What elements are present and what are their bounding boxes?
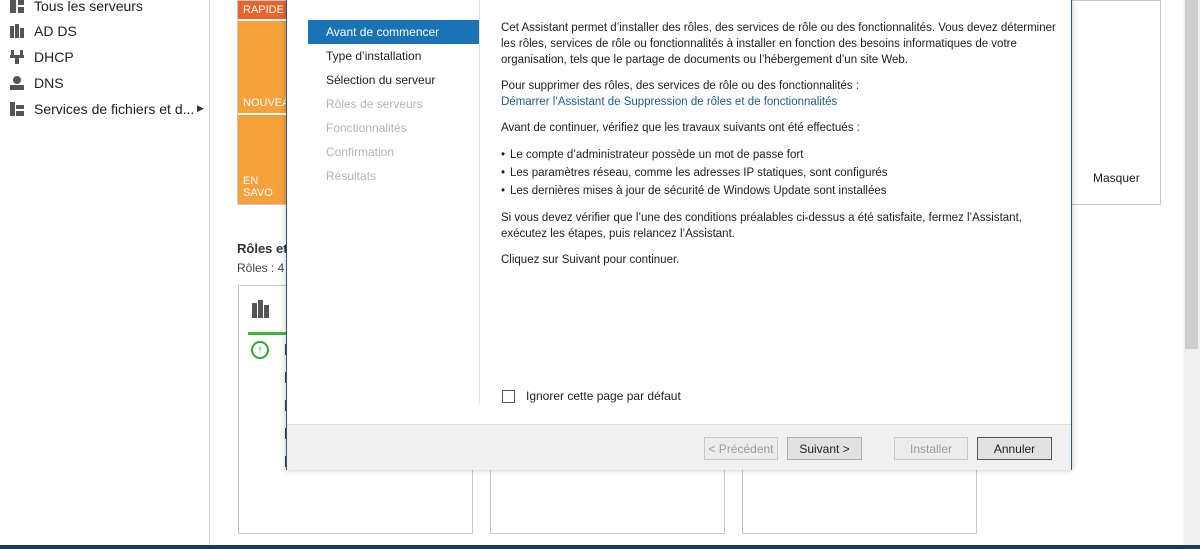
add-roles-wizard-dialog: Avant de commencer Type d’installation S… (286, 0, 1072, 470)
up-arrow-status-icon: ↑ (251, 341, 269, 359)
roles-count: Rôles : 4 (237, 261, 285, 275)
nav-item-label: Tous les serveurs (34, 0, 143, 14)
tile-segment-nouveau[interactable]: NOUVEA (238, 21, 286, 113)
nav-item-label: AD DS (34, 23, 77, 39)
dns-icon (8, 75, 26, 91)
wizard-step-installation-type[interactable]: Type d’installation (308, 44, 479, 68)
remove-text: Pour supprimer des rôles, des services d… (501, 80, 859, 92)
taskbar-edge (0, 545, 1200, 549)
wizard-footer: < Précédent Suivant > Installer Annuler (287, 424, 1071, 470)
nav-item-dhcp[interactable]: DHCP (8, 47, 74, 67)
wizard-step-server-selection[interactable]: Sélection du serveur (308, 68, 479, 92)
wizard-step-results: Résultats (326, 169, 377, 183)
dhcp-icon (8, 49, 26, 65)
verify-text: Si vous devez vérifier que l’une des con… (501, 212, 1022, 240)
ad-ds-icon (8, 23, 26, 39)
file-services-icon (8, 101, 26, 117)
steps-divider (479, 0, 480, 404)
welcome-panel-right: Masquer (1071, 0, 1161, 205)
skip-page-checkbox[interactable] (502, 389, 515, 403)
list-item: Les dernières mises à jour de sécurité d… (501, 182, 1061, 200)
next-button[interactable]: Suivant > (787, 437, 862, 460)
remove-roles-wizard-link[interactable]: Démarrer l’Assistant de Suppression de r… (501, 94, 1061, 110)
nav-item-label: DHCP (34, 49, 74, 65)
expand-arrow-icon[interactable]: ▶ (197, 103, 204, 114)
intro-text: Cet Assistant permet d’installer des rôl… (501, 22, 1056, 66)
nav-item-ad-ds[interactable]: AD DS (8, 21, 77, 41)
prerequisites-list: Le compte d’administrateur possède un mo… (501, 146, 1061, 200)
status-bar (248, 332, 288, 335)
click-next-text: Cliquez sur Suivant pour continuer. (501, 254, 680, 266)
scrollbar-thumb[interactable] (1185, 0, 1198, 349)
quick-start-tile: RAPIDE NOUVEA EN SAVO (237, 0, 287, 205)
roles-section-title: Rôles et (237, 241, 287, 256)
skip-page-label: Ignorer cette page par défaut (526, 389, 681, 403)
wizard-step-server-roles: Rôles de serveurs (326, 97, 423, 111)
ad-ds-icon (251, 300, 271, 321)
hide-link[interactable]: Masquer (1093, 171, 1140, 185)
vertical-scrollbar[interactable] (1183, 0, 1200, 549)
nav-item-label: Services de fichiers et d... (34, 101, 195, 117)
nav-item-dns[interactable]: DNS (8, 73, 64, 93)
tile-segment-rapide[interactable]: RAPIDE (238, 1, 286, 19)
before-continue-text: Avant de continuer, vérifiez que les tra… (501, 122, 860, 134)
list-item: Les paramètres réseau, comme les adresse… (501, 164, 1061, 182)
skip-page-option[interactable]: Ignorer cette page par défaut (502, 389, 681, 403)
wizard-steps-panel: Avant de commencer Type d’installation S… (287, 0, 482, 404)
tile-segment-en-savoir[interactable]: EN SAVO (238, 115, 286, 204)
install-button[interactable]: Installer (894, 437, 968, 460)
servers-icon (8, 0, 26, 14)
cancel-button[interactable]: Annuler (977, 437, 1052, 460)
wizard-step-features: Fonctionnalités (326, 121, 407, 135)
nav-item-file-services[interactable]: Services de fichiers et d... (8, 99, 194, 119)
nav-item-label: DNS (34, 75, 64, 91)
nav-item-all-servers[interactable]: Tous les serveurs (8, 0, 143, 16)
left-navigation: Tous les serveurs AD DS DHCP DNS Service… (0, 0, 210, 549)
wizard-step-before-you-begin[interactable]: Avant de commencer (308, 20, 479, 44)
previous-button[interactable]: < Précédent (704, 437, 778, 460)
list-item: Le compte d’administrateur possède un mo… (501, 146, 1061, 164)
wizard-content: Cet Assistant permet d’installer des rôl… (501, 20, 1061, 278)
wizard-step-confirmation: Confirmation (326, 145, 395, 159)
